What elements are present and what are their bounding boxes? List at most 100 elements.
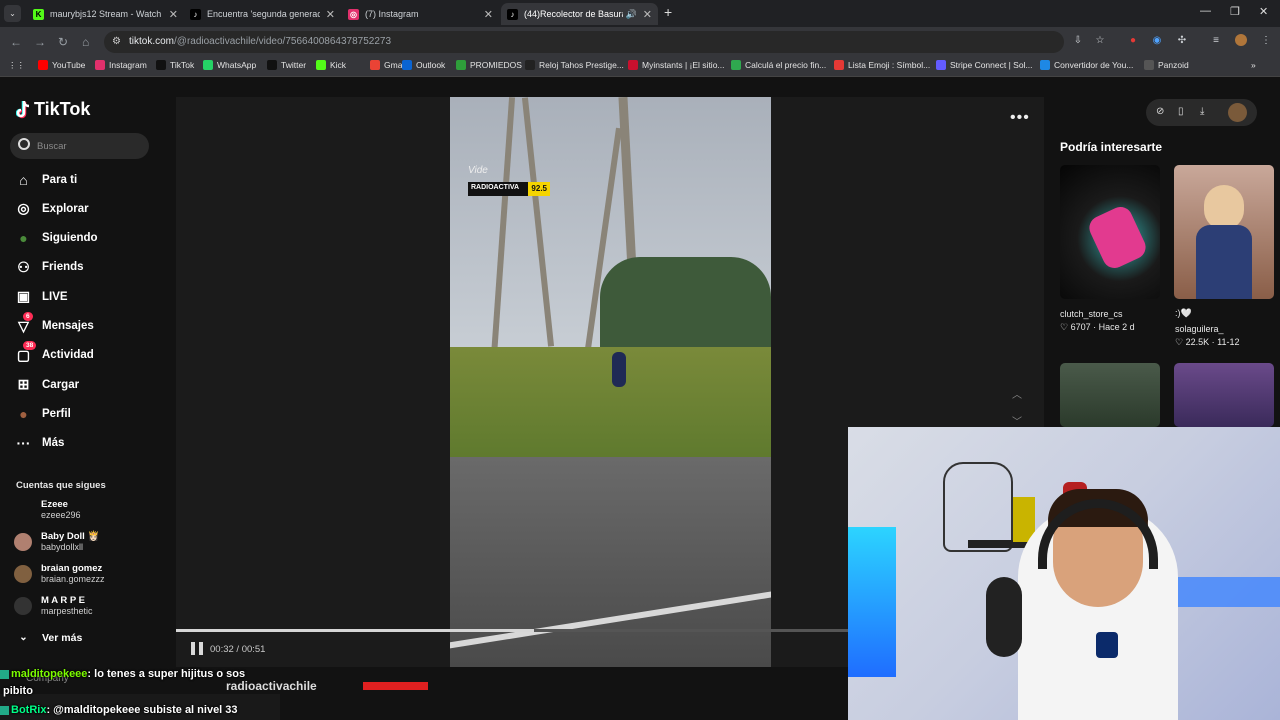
bookmark-item[interactable]: Instagram: [95, 60, 147, 70]
bookmark-item[interactable]: Panzoid: [1144, 60, 1189, 70]
bookmark-item[interactable]: Gmail: [370, 60, 406, 70]
followed-account[interactable]: M A R P Emarpesthetic: [14, 595, 93, 616]
apps-icon[interactable]: ⋮⋮: [8, 60, 25, 71]
coins-icon[interactable]: ⊘: [1156, 106, 1164, 117]
speaker-icon[interactable]: 🔊: [626, 9, 637, 20]
site-info-icon[interactable]: ⚙: [112, 36, 121, 47]
mobile-icon[interactable]: ▯: [1178, 106, 1184, 117]
close-icon[interactable]: ✕: [169, 8, 178, 21]
nav-item-siguiendo[interactable]: ● Siguiendo: [15, 230, 97, 247]
download-icon[interactable]: ⤓: [1200, 106, 1204, 117]
upload-icon: ⊞: [17, 376, 30, 393]
recommended-thumb[interactable]: [1060, 165, 1160, 299]
reload-icon[interactable]: ↻: [58, 35, 68, 49]
more-options-icon[interactable]: •••: [1010, 109, 1030, 127]
followed-account[interactable]: Baby Doll 👸🏻 babydollxll: [14, 531, 99, 552]
nav-item-cargar[interactable]: ⊞ Cargar: [15, 376, 79, 393]
bookmark-item[interactable]: Reloj Tahos Prestige...: [525, 60, 624, 70]
avatar: [14, 564, 32, 583]
home-icon: ⌂: [19, 171, 28, 188]
home-icon[interactable]: ⌂: [82, 35, 89, 49]
pause-button[interactable]: [191, 642, 203, 655]
bookmark-item[interactable]: PROMIEDOS: [456, 60, 522, 70]
chat-message: BotRix: @malditopekeee subiste al nivel …: [0, 704, 238, 716]
back-icon[interactable]: ←: [10, 35, 22, 49]
recommended-thumb[interactable]: [1060, 363, 1160, 427]
nav-item-perfil[interactable]: ● Perfil: [15, 405, 71, 422]
more-bookmarks-icon[interactable]: »: [1251, 60, 1256, 70]
search-input[interactable]: Buscar: [10, 133, 149, 159]
calculator-icon: [731, 60, 741, 70]
bookmark-item[interactable]: WhatsApp: [203, 60, 256, 70]
bookmark-item[interactable]: Outlook: [402, 60, 445, 70]
creator-handle[interactable]: radioactivachile: [226, 679, 317, 693]
video-progress-bar[interactable]: [176, 629, 848, 632]
tab-tiktok-video[interactable]: ♪ (44)Recolector de Basura Q 🔊 ✕: [501, 3, 658, 25]
bookmark-item[interactable]: TikTok: [156, 60, 194, 70]
recommended-thumb[interactable]: [1174, 165, 1274, 299]
close-icon[interactable]: ✕: [643, 8, 652, 21]
install-app-icon[interactable]: ⇩: [1072, 34, 1084, 46]
next-video-icon[interactable]: ﹀: [1012, 413, 1022, 428]
profile-avatar-icon[interactable]: [1235, 34, 1247, 46]
forward-icon[interactable]: →: [34, 35, 46, 49]
tiktok-logo[interactable]: TikTok: [15, 99, 90, 120]
url-field[interactable]: ⚙ tiktok.com/@radioactivachile/video/756…: [104, 31, 1064, 53]
follow-button[interactable]: [363, 682, 428, 690]
whatsapp-icon: [203, 60, 213, 70]
webcam-overlay: [848, 427, 1280, 720]
followed-account[interactable]: braian gomez braian.gomezzz: [14, 563, 105, 584]
rec-author[interactable]: solaguilera_: [1175, 324, 1224, 334]
nav-item-friends[interactable]: ⚇ Friends: [15, 258, 83, 276]
bookmark-star-icon[interactable]: ☆: [1094, 34, 1106, 46]
rec-author[interactable]: clutch_store_cs: [1060, 309, 1123, 319]
video-player[interactable]: Vide RADIOACTIVA 92.5: [450, 97, 771, 667]
maximize-icon[interactable]: ❐: [1230, 5, 1240, 18]
new-tab-button[interactable]: +: [664, 4, 672, 20]
bookmark-item[interactable]: Convertidor de You...: [1040, 60, 1133, 70]
extensions-icon[interactable]: ✣: [1176, 34, 1188, 46]
extension-blue-icon[interactable]: ◉: [1151, 34, 1163, 46]
user-avatar[interactable]: [1228, 103, 1247, 122]
tab-search-button[interactable]: ⌄: [4, 5, 21, 22]
kick-icon: K: [33, 8, 44, 20]
bookmark-item[interactable]: YouTube: [38, 60, 85, 70]
close-icon[interactable]: ✕: [326, 8, 335, 21]
tab-tiktok-search[interactable]: ♪ Encuentra 'segunda generacion' ✕: [184, 3, 341, 25]
recommended-title: Podría interesarte: [1060, 140, 1163, 154]
avatar: [14, 500, 32, 519]
outlook-icon: [402, 60, 412, 70]
following-section-title: Cuentas que sigues: [16, 480, 106, 491]
extension-red-icon[interactable]: ●: [1127, 34, 1139, 46]
recommended-thumb[interactable]: [1174, 363, 1274, 427]
window-close-icon[interactable]: ✕: [1259, 5, 1268, 18]
nav-item-live[interactable]: ▣ LIVE: [15, 288, 68, 305]
previous-video-icon[interactable]: ︿: [1012, 386, 1022, 401]
bookmark-item[interactable]: Lista Emoji : Símbol...: [834, 60, 930, 70]
myinstants-icon: [628, 60, 638, 70]
stripe-icon: [936, 60, 946, 70]
tab-kick-stream[interactable]: K maurybjs12 Stream - Watch Live ✕: [27, 3, 184, 25]
bookmark-item[interactable]: Myinstants | ¡El sitio...: [628, 60, 725, 70]
minimize-icon[interactable]: —: [1200, 5, 1211, 17]
tab-instagram[interactable]: ◎ (7) Instagram ✕: [342, 3, 499, 25]
bookmarks-bar: ⋮⋮ YouTube Instagram TikTok WhatsApp Twitter…: [0, 56, 1280, 77]
media-icon[interactable]: ≡: [1210, 34, 1222, 46]
following-icon: ●: [19, 230, 28, 247]
browser-menu-icon[interactable]: ⋮: [1260, 34, 1272, 46]
bookmark-item[interactable]: Stripe Connect | Sol...: [936, 60, 1033, 70]
bookmark-item[interactable]: Twitter: [267, 60, 306, 70]
close-icon[interactable]: ✕: [484, 8, 493, 21]
bookmark-item[interactable]: Kick: [316, 60, 346, 70]
followed-account[interactable]: Ezeee ezeee296: [14, 499, 81, 520]
url-text: tiktok.com/@radioactivachile/video/75664…: [129, 36, 392, 47]
friends-icon: ⚇: [17, 258, 30, 275]
nav-item-actividad[interactable]: ▢ 38 Actividad: [15, 340, 94, 364]
see-more-button[interactable]: ⌄ Ver más: [15, 629, 82, 646]
bookmark-item[interactable]: Calculá el precio fin...: [731, 60, 826, 70]
nav-item-explorar[interactable]: ◎ Explorar: [15, 200, 88, 217]
nav-item-para-ti[interactable]: ⌂ Para ti: [15, 171, 77, 188]
tab-strip: ⌄ K maurybjs12 Stream - Watch Live ✕ ♪ E…: [0, 0, 1280, 27]
nav-item-m-s[interactable]: ··· Más: [15, 435, 65, 452]
nav-item-mensajes[interactable]: ▽ 6 Mensajes: [15, 311, 94, 335]
